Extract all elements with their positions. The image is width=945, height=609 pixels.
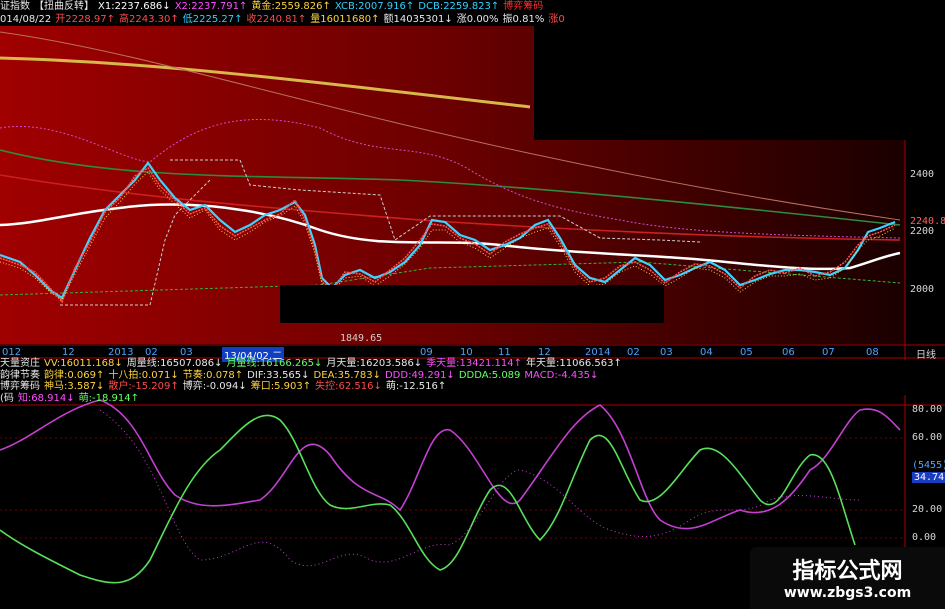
oscillator-green-line (0, 414, 856, 584)
price-tick-0: 2400 (910, 169, 935, 180)
time-tick-12: 03 (660, 347, 673, 358)
info-field-0-2: 周量线:16507.086↓ (126, 358, 223, 369)
osc-tick-0: 80.00 (912, 404, 943, 415)
info-field-3-0: (码 (0, 393, 14, 404)
info-field-1-3: 节奏:0.078↑ (182, 370, 244, 381)
redaction-box-top (534, 0, 945, 140)
quote-field-7: 涨0.00% (456, 14, 499, 25)
time-tick-1: 12 (62, 347, 75, 358)
quote-field-4: 收2240.81↑ (246, 14, 307, 25)
info-field-1-2: 十八拍:0.071↓ (108, 370, 179, 381)
time-tick-14: 05 (740, 347, 753, 358)
quote-field-3: 低2225.27↑ (182, 14, 243, 25)
time-tick-7: 10 (460, 347, 473, 358)
header-field-7: 博弈筹码 (503, 1, 544, 12)
time-tick-9: 12 (538, 347, 551, 358)
quote-field-9: 涨0 (548, 14, 565, 25)
info-field-2-4: 筹口:5.903↑ (250, 381, 312, 392)
info-row-game-chips: 博弈筹码 神马:3.587↓ 散户:-15.209↑ 博弈:-0.094↓ 筹口:5.9… (0, 381, 450, 393)
info-field-1-4: DIF:33.565↓ (247, 370, 310, 381)
info-field-0-0: 天量资庄 (0, 358, 40, 369)
header-quote-line-1: 证指数 【扭曲反转】 X1:2237.686↓ X2:2237.791↑ 黄金:2559… (0, 1, 547, 13)
info-field-2-3: 博弈:-0.094↓ (182, 381, 247, 392)
site-watermark: 指标公式网 www.zbgs3.com (750, 547, 945, 609)
low-marker: 1849.65 (340, 333, 383, 344)
time-tick-16: 07 (822, 347, 835, 358)
quote-field-1: 开2228.97↑ (55, 14, 116, 25)
osc-tick-4: 20.00 (912, 504, 943, 515)
price-tick-2: 2200 (910, 226, 935, 237)
info-field-1-5: DEA:35.783↓ (313, 370, 381, 381)
info-row-code: (码 知:68.914↓ 萌:-18.914↑ (0, 393, 143, 405)
info-field-1-1: 韵律:0.069↑ (44, 370, 105, 381)
time-tick-2: 2013 (108, 347, 134, 358)
header-field-4: 黄金:2559.826↑ (251, 1, 331, 12)
osc-tick-5: 0.00 (912, 532, 937, 543)
info-field-2-5: 失控:62.516↓ (315, 381, 382, 392)
time-tick-15: 06 (782, 347, 795, 358)
info-field-0-3: 月量线:16166.265↓ (226, 358, 323, 369)
time-tick-3: 02 (145, 347, 158, 358)
header-field-0: 证指数 (0, 1, 30, 12)
info-field-0-5: 季天量:13421.114↑ (426, 358, 523, 369)
time-tick-11: 02 (627, 347, 640, 358)
osc-tick-3: 34.74 (912, 472, 945, 483)
osc-tick-2: (5455) (912, 460, 945, 471)
header-field-6: DCB:2259.823↑ (418, 1, 500, 12)
oscillator-purple-line (0, 399, 901, 530)
info-field-0-4: 月天量:16203.586↓ (326, 358, 423, 369)
time-tick-4: 03 (180, 347, 193, 358)
time-tick-17: 08 (866, 347, 879, 358)
info-row-volume: 天量资庄 VV:16011.168↓ 周量线:16507.086↓ 月量线:16166… (0, 358, 626, 370)
price-tick-3: 2000 (910, 284, 935, 295)
quote-field-5: 量16011680↑ (310, 14, 380, 25)
quote-field-2: 高2243.30↑ (119, 14, 179, 25)
time-tick-13: 04 (700, 347, 713, 358)
info-field-3-2: 萌:-18.914↑ (78, 393, 140, 404)
time-tick-8: 11 (498, 347, 511, 358)
info-field-1-7: DDDA:5.089 (458, 370, 521, 381)
info-field-1-6: DDD:49.291↓ (384, 370, 455, 381)
watermark-title: 指标公式网 (792, 559, 903, 584)
watermark-url: www.zbgs3.com (783, 585, 912, 601)
time-tick-0: 012 (2, 347, 22, 358)
period-label[interactable]: 日线 (916, 346, 936, 361)
info-field-2-2: 散户:-15.209↑ (108, 381, 179, 392)
time-tick-10: 2014 (585, 347, 611, 358)
header-quote-line-2: 014/08/22 开2228.97↑ 高2243.30↑ 低2225.27↑ 收224… (0, 14, 569, 26)
quote-field-8: 振0.81% (502, 14, 545, 25)
header-field-3: X2:2237.791↑ (174, 1, 248, 12)
info-field-2-1: 神马:3.587↓ (44, 381, 105, 392)
info-field-1-0: 韵律节奏 (0, 370, 40, 381)
time-tick-6: 09 (420, 347, 433, 358)
info-field-2-0: 博弈筹码 (0, 381, 40, 392)
quote-field-6: 额14035301↓ (383, 14, 453, 25)
info-field-2-6: 萌:-12.516↑ (385, 381, 447, 392)
info-field-0-1: VV:16011.168↓ (44, 358, 123, 369)
info-field-0-6: 年天量:11066.563↑ (526, 358, 622, 369)
info-field-3-1: 知:68.914↓ (17, 393, 75, 404)
header-field-1: 【扭曲反转】 (34, 1, 94, 12)
header-field-2: X1:2237.686↓ (98, 1, 171, 12)
stock-chart-window: 证指数 【扭曲反转】 X1:2237.686↓ X2:2237.791↑ 黄金:2559… (0, 0, 945, 609)
info-field-1-8: MACD:-4.435↓ (524, 370, 599, 381)
redaction-box-middle (280, 285, 664, 323)
osc-tick-1: 60.00 (912, 432, 943, 443)
header-field-5: XCB:2007.916↑ (334, 1, 415, 12)
quote-field-0: 014/08/22 (0, 14, 52, 25)
